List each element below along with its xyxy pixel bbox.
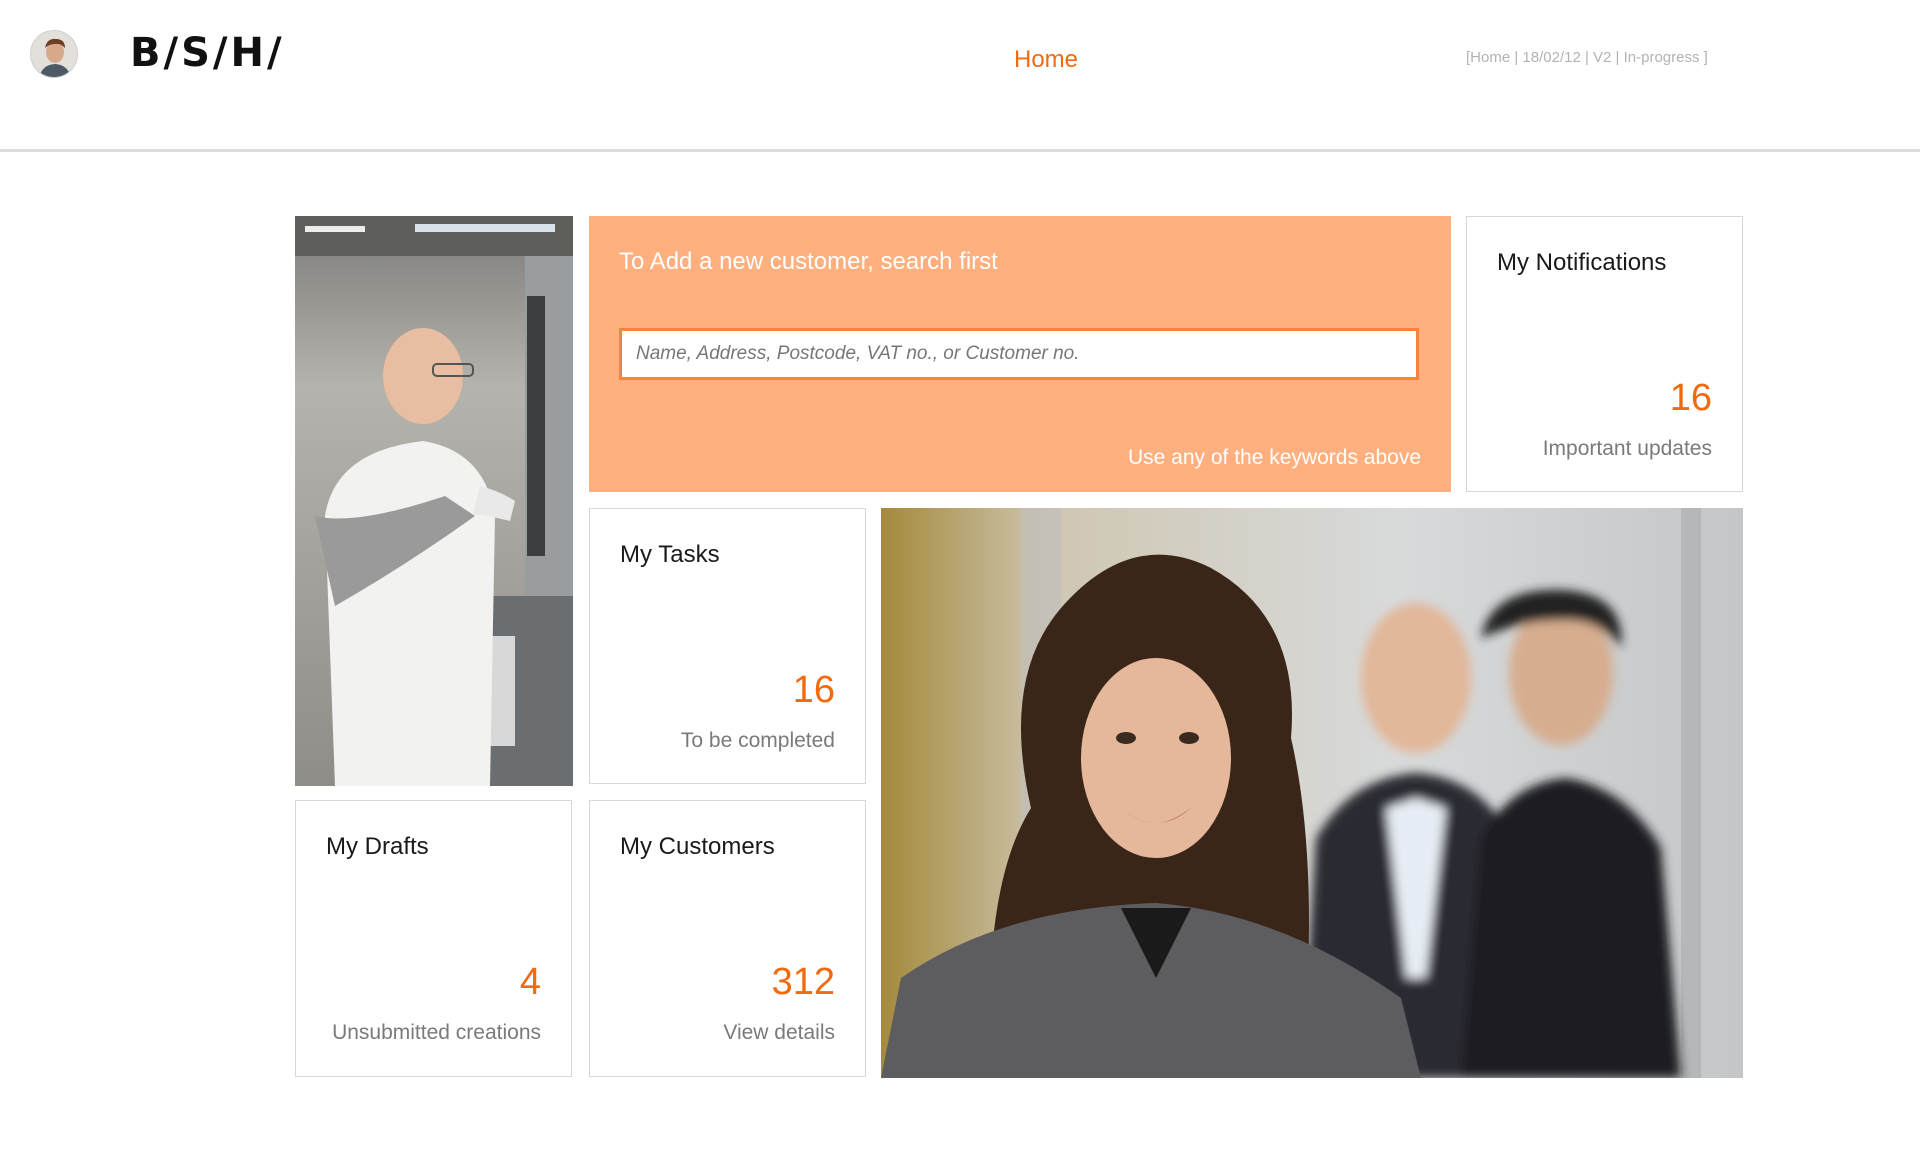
tasks-tile[interactable]: My Tasks 16 To be completed xyxy=(589,508,866,784)
new-customer-search-panel: To Add a new customer, search first Use … xyxy=(589,216,1451,492)
drafts-tile[interactable]: My Drafts 4 Unsubmitted creations xyxy=(295,800,572,1077)
customers-subtitle: View details xyxy=(723,1021,835,1044)
avatar-photo xyxy=(31,31,77,77)
search-panel-title: To Add a new customer, search first xyxy=(619,248,998,275)
drafts-count: 4 xyxy=(519,961,541,1003)
top-header: B/S/H/ Home [Home | 18/02/12 | V2 | In-p… xyxy=(0,0,1920,152)
page-meta-info: [Home | 18/02/12 | V2 | In-progress ] xyxy=(1466,49,1708,66)
tasks-title: My Tasks xyxy=(620,541,720,568)
notifications-tile[interactable]: My Notifications 16 Important updates xyxy=(1466,216,1743,492)
tasks-count: 16 xyxy=(792,669,835,711)
search-hint-text: Use any of the keywords above xyxy=(1128,446,1421,469)
nav-home-link[interactable]: Home xyxy=(1014,46,1078,74)
customers-count: 312 xyxy=(771,961,835,1003)
user-avatar[interactable] xyxy=(30,30,78,78)
business-team-image xyxy=(881,508,1743,1078)
brand-logo[interactable]: B/S/H/ xyxy=(130,30,285,76)
drafts-title: My Drafts xyxy=(326,833,429,860)
notifications-subtitle: Important updates xyxy=(1542,437,1712,460)
customer-search-input[interactable] xyxy=(619,328,1419,380)
customers-tile[interactable]: My Customers 312 View details xyxy=(589,800,866,1077)
tasks-subtitle: To be completed xyxy=(680,729,835,752)
customers-title: My Customers xyxy=(620,833,775,860)
notifications-count: 16 xyxy=(1669,377,1712,419)
factory-worker-image xyxy=(295,216,573,786)
notifications-title: My Notifications xyxy=(1497,249,1667,276)
drafts-subtitle: Unsubmitted creations xyxy=(332,1021,541,1044)
